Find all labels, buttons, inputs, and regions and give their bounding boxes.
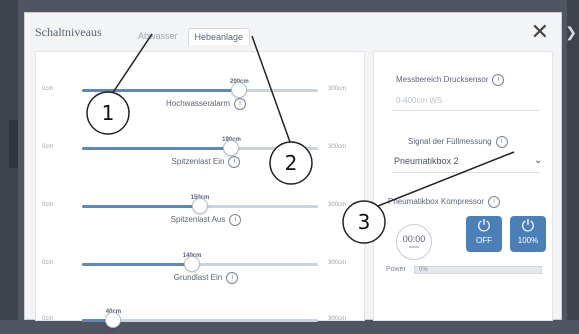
callout-1: 1 bbox=[102, 101, 115, 125]
annotation-callouts: 1 2 3 bbox=[86, 33, 515, 244]
callout-3: 3 bbox=[358, 210, 371, 234]
callout-1-leader bbox=[111, 33, 153, 95]
callout-3-leader bbox=[377, 151, 515, 207]
callout-2-leader bbox=[251, 35, 291, 143]
callout-2: 2 bbox=[285, 151, 298, 175]
